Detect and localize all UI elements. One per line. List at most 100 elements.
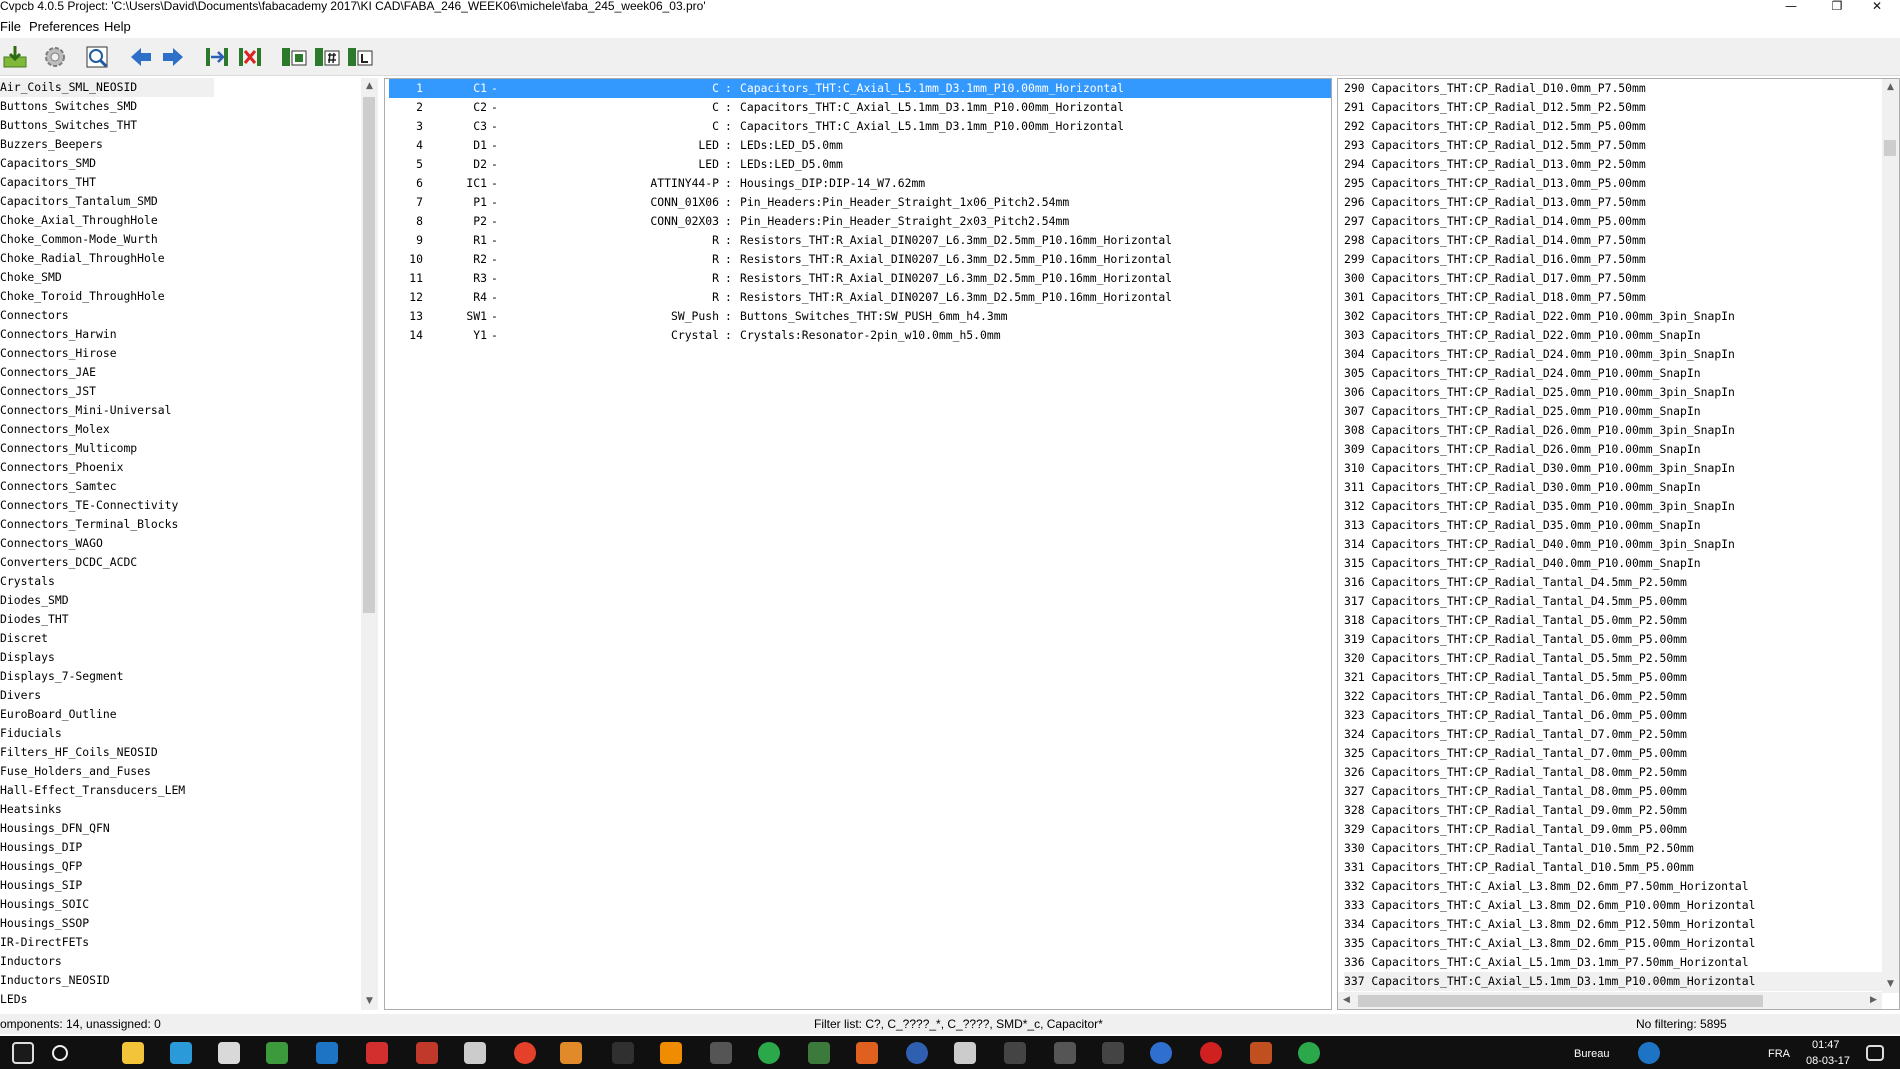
auto-associate-button[interactable]	[202, 43, 232, 71]
component-row[interactable]: 12 R4- R: Resistors_THT:R_Axial_DIN0207_L6.…	[389, 288, 1331, 307]
library-item[interactable]: Choke_Common-Mode_Wurth	[0, 230, 214, 249]
app-icon[interactable]	[1298, 1042, 1320, 1064]
app-icon[interactable]	[1200, 1042, 1222, 1064]
app-icon[interactable]	[1102, 1042, 1124, 1064]
app-icon[interactable]	[416, 1042, 438, 1064]
library-item[interactable]: Heatsinks	[0, 800, 214, 819]
library-item[interactable]: Converters_DCDC_ACDC	[0, 553, 214, 572]
library-item[interactable]: Housings_SSOP	[0, 914, 214, 933]
footprint-item[interactable]: 308 Capacitors_THT:CP_Radial_D26.0mm_P10…	[1344, 421, 1899, 440]
footprint-item[interactable]: 328 Capacitors_THT:CP_Radial_Tantal_D9.0…	[1344, 801, 1899, 820]
app-icon[interactable]	[758, 1042, 780, 1064]
library-item[interactable]: Connectors_JAE	[0, 363, 214, 382]
library-item[interactable]: EuroBoard_Outline	[0, 705, 214, 724]
close-button[interactable]: ✕	[1854, 0, 1900, 14]
component-row[interactable]: 5 D2- LED: LEDs:LED_D5.0mm	[389, 155, 1331, 174]
footprint-item[interactable]: 311 Capacitors_THT:CP_Radial_D30.0mm_P10…	[1344, 478, 1899, 497]
library-item[interactable]: Connectors_Multicomp	[0, 439, 214, 458]
footprint-item[interactable]: 305 Capacitors_THT:CP_Radial_D24.0mm_P10…	[1344, 364, 1899, 383]
library-item[interactable]: Connectors_Mini-Universal	[0, 401, 214, 420]
library-item[interactable]: Inductors	[0, 952, 214, 971]
library-item[interactable]: Buttons_Switches_SMD	[0, 97, 214, 116]
scroll-thumb[interactable]	[1884, 140, 1896, 156]
footprint-item[interactable]: 334 Capacitors_THT:C_Axial_L3.8mm_D2.6mm…	[1344, 915, 1899, 934]
footprint-hscrollbar[interactable]: ◀ ▶	[1338, 992, 1882, 1009]
chrome-icon[interactable]	[514, 1042, 536, 1064]
filter-keyword-button[interactable]	[279, 43, 309, 71]
footprint-item[interactable]: 317 Capacitors_THT:CP_Radial_Tantal_D4.5…	[1344, 592, 1899, 611]
component-row[interactable]: 14 Y1- Crystal: Crystals:Resonator-2pin_w10…	[389, 326, 1331, 345]
library-item[interactable]: Fuse_Holders_and_Fuses	[0, 762, 214, 781]
notification-icon[interactable]	[1866, 1045, 1884, 1061]
minimize-button[interactable]: —	[1768, 0, 1814, 14]
library-item[interactable]: LEDs	[0, 990, 214, 1009]
scroll-down-icon[interactable]: ▼	[1882, 976, 1899, 993]
component-row[interactable]: 6 IC1- ATTINY44-P: Housings_DIP:DIP-14_W7.6…	[389, 174, 1331, 193]
library-item[interactable]: Capacitors_SMD	[0, 154, 214, 173]
library-item[interactable]: Choke_SMD	[0, 268, 214, 287]
footprint-item[interactable]: 330 Capacitors_THT:CP_Radial_Tantal_D10.…	[1344, 839, 1899, 858]
footprint-list[interactable]: 290 Capacitors_THT:CP_Radial_D10.0mm_P7.…	[1337, 78, 1900, 1010]
scroll-thumb[interactable]	[363, 97, 375, 613]
delete-associations-button[interactable]	[235, 43, 265, 71]
footprint-item[interactable]: 304 Capacitors_THT:CP_Radial_D24.0mm_P10…	[1344, 345, 1899, 364]
library-item[interactable]: Connectors_JST	[0, 382, 214, 401]
library-item[interactable]: Divers	[0, 686, 214, 705]
footprint-item[interactable]: 323 Capacitors_THT:CP_Radial_Tantal_D6.0…	[1344, 706, 1899, 725]
library-item[interactable]: Housings_DFN_QFN	[0, 819, 214, 838]
library-item[interactable]: Housings_DIP	[0, 838, 214, 857]
library-scrollbar[interactable]: ▲ ▼	[361, 78, 378, 1010]
footprint-item[interactable]: 294 Capacitors_THT:CP_Radial_D13.0mm_P2.…	[1344, 155, 1899, 174]
app-icon[interactable]	[316, 1042, 338, 1064]
vlc-icon[interactable]	[660, 1042, 682, 1064]
library-item[interactable]: Connectors_WAGO	[0, 534, 214, 553]
scroll-up-icon[interactable]: ▲	[1882, 79, 1899, 96]
footprint-item[interactable]: 331 Capacitors_THT:CP_Radial_Tantal_D10.…	[1344, 858, 1899, 877]
component-row[interactable]: 2 C2- C: Capacitors_THT:C_Axial_L5.1mm_D3.1…	[389, 98, 1331, 117]
filter-pincount-button[interactable]	[312, 43, 342, 71]
footprint-item[interactable]: 303 Capacitors_THT:CP_Radial_D22.0mm_P10…	[1344, 326, 1899, 345]
footprint-item[interactable]: 337 Capacitors_THT:C_Axial_L5.1mm_D3.1mm…	[1344, 972, 1899, 991]
library-item[interactable]: Filters_HF_Coils_NEOSID	[0, 743, 214, 762]
menu-help[interactable]: Help	[104, 19, 131, 35]
mail-icon[interactable]	[218, 1042, 240, 1064]
library-item[interactable]: Choke_Toroid_ThroughHole	[0, 287, 214, 306]
component-row[interactable]: 4 D1- LED: LEDs:LED_D5.0mm	[389, 136, 1331, 155]
scroll-down-icon[interactable]: ▼	[361, 993, 378, 1010]
footprint-item[interactable]: 333 Capacitors_THT:C_Axial_L3.8mm_D2.6mm…	[1344, 896, 1899, 915]
footprint-item[interactable]: 315 Capacitors_THT:CP_Radial_D40.0mm_P10…	[1344, 554, 1899, 573]
footprint-item[interactable]: 327 Capacitors_THT:CP_Radial_Tantal_D8.0…	[1344, 782, 1899, 801]
library-item[interactable]: Buzzers_Beepers	[0, 135, 214, 154]
start-icon[interactable]	[12, 1042, 34, 1064]
app-icon[interactable]	[808, 1042, 830, 1064]
library-item[interactable]: Housings_SIP	[0, 876, 214, 895]
clock-time[interactable]: 01:47	[1812, 1039, 1840, 1052]
library-item[interactable]: Inductors_NEOSID	[0, 971, 214, 990]
footprint-item[interactable]: 320 Capacitors_THT:CP_Radial_Tantal_D5.5…	[1344, 649, 1899, 668]
footprint-item[interactable]: 307 Capacitors_THT:CP_Radial_D25.0mm_P10…	[1344, 402, 1899, 421]
clock-date[interactable]: 08-03-17	[1806, 1055, 1850, 1068]
config-button[interactable]	[40, 43, 70, 71]
footprint-item[interactable]: 321 Capacitors_THT:CP_Radial_Tantal_D5.5…	[1344, 668, 1899, 687]
inkscape-icon[interactable]	[464, 1042, 486, 1064]
library-item[interactable]: Choke_Radial_ThroughHole	[0, 249, 214, 268]
library-item[interactable]: Choke_Axial_ThroughHole	[0, 211, 214, 230]
app-icon[interactable]	[1250, 1042, 1272, 1064]
footprint-scrollbar[interactable]: ▲ ▼	[1882, 79, 1899, 993]
component-row[interactable]: 10 R2- R: Resistors_THT:R_Axial_DIN0207_L6.…	[389, 250, 1331, 269]
footprint-item[interactable]: 319 Capacitors_THT:CP_Radial_Tantal_D5.0…	[1344, 630, 1899, 649]
footprint-item[interactable]: 335 Capacitors_THT:C_Axial_L3.8mm_D2.6mm…	[1344, 934, 1899, 953]
view-footprint-button[interactable]	[82, 43, 112, 71]
footprint-item[interactable]: 295 Capacitors_THT:CP_Radial_D13.0mm_P5.…	[1344, 174, 1899, 193]
app-icon[interactable]	[1004, 1042, 1026, 1064]
scroll-right-icon[interactable]: ▶	[1865, 992, 1882, 1009]
footprint-item[interactable]: 302 Capacitors_THT:CP_Radial_D22.0mm_P10…	[1344, 307, 1899, 326]
app-icon[interactable]	[954, 1042, 976, 1064]
app-icon[interactable]	[1150, 1042, 1172, 1064]
library-item[interactable]: Diodes_SMD	[0, 591, 214, 610]
footprint-item[interactable]: 326 Capacitors_THT:CP_Radial_Tantal_D8.0…	[1344, 763, 1899, 782]
footprint-item[interactable]: 290 Capacitors_THT:CP_Radial_D10.0mm_P7.…	[1344, 79, 1899, 98]
footprint-item[interactable]: 336 Capacitors_THT:C_Axial_L5.1mm_D3.1mm…	[1344, 953, 1899, 972]
help-icon[interactable]	[1638, 1042, 1660, 1064]
library-item[interactable]: Connectors_Molex	[0, 420, 214, 439]
